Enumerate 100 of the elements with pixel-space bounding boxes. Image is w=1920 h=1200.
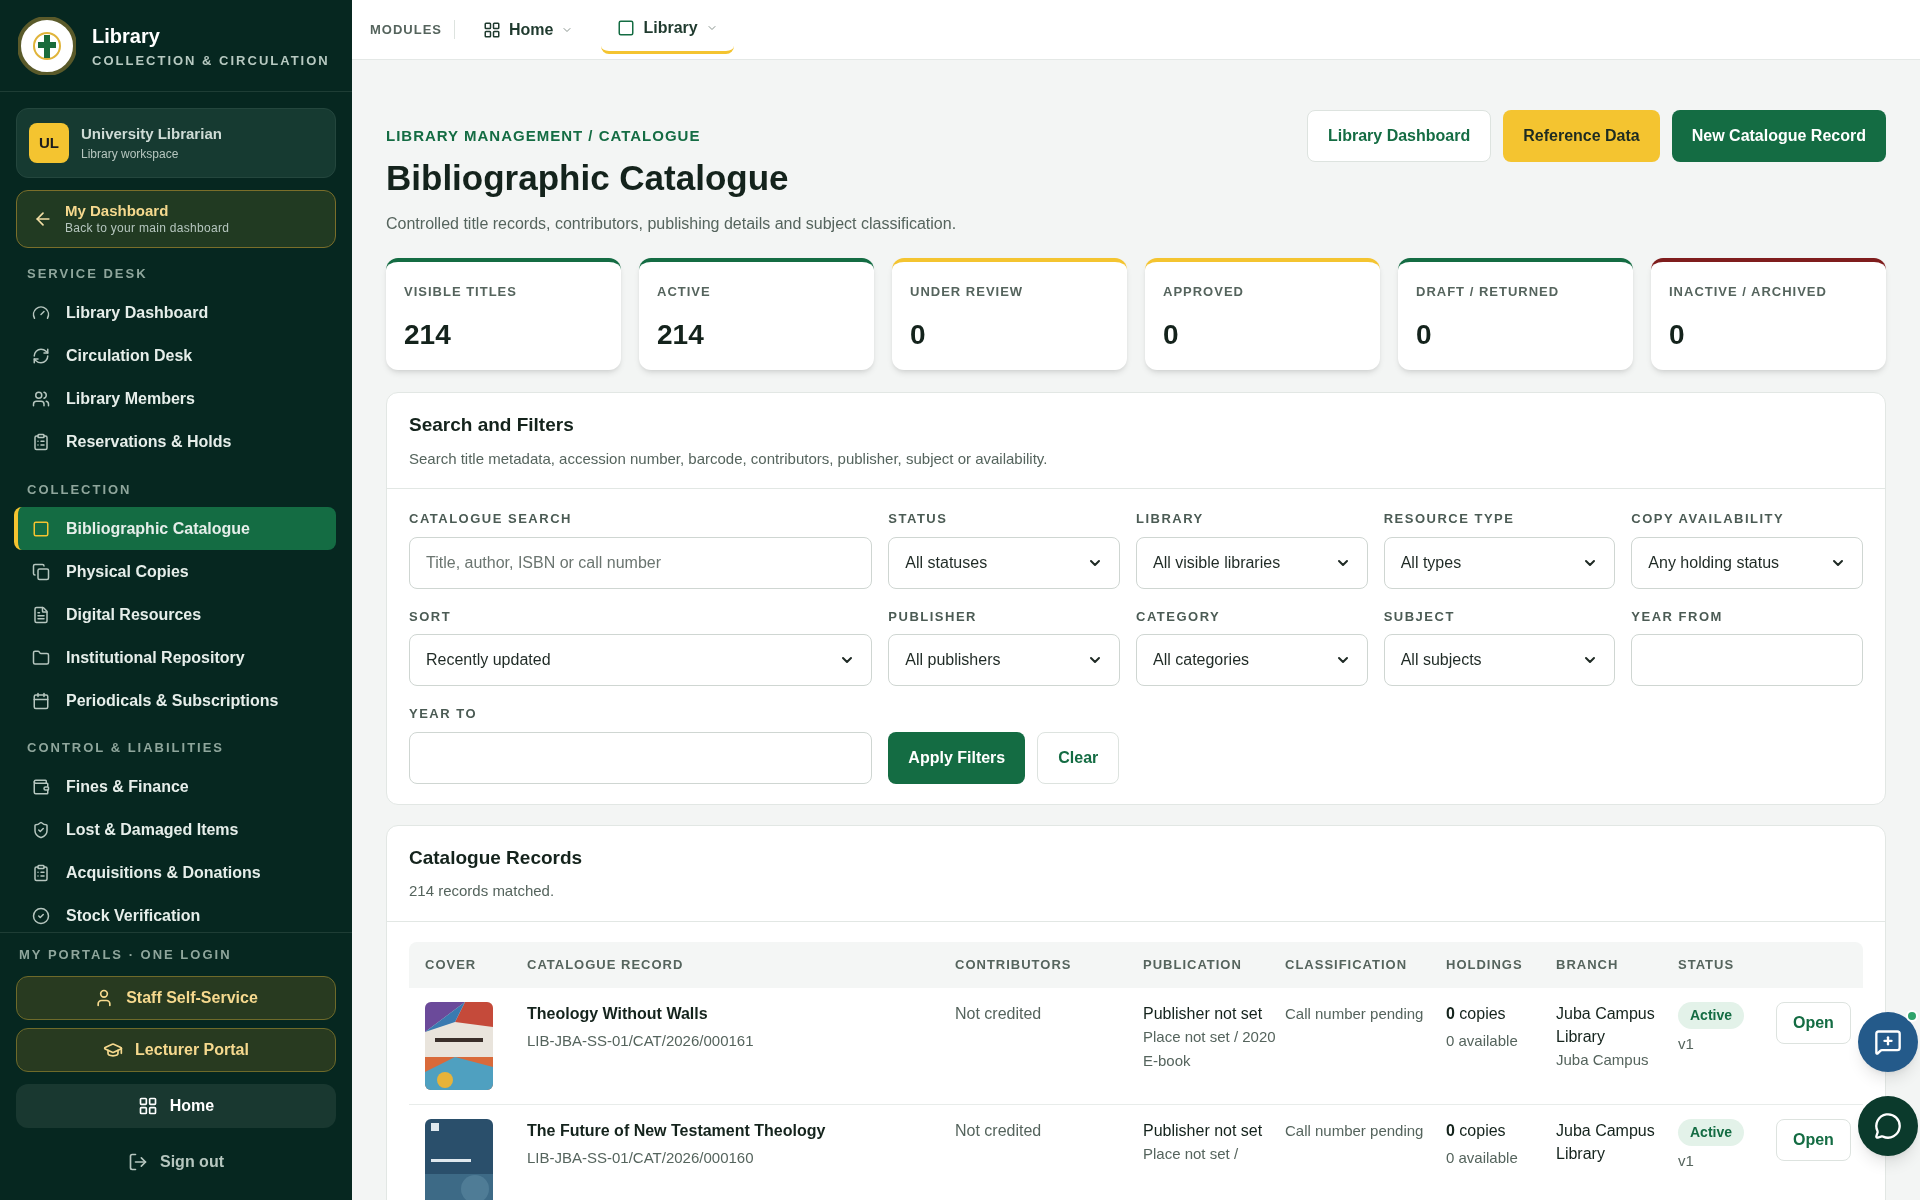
- clipboard-icon: [32, 864, 50, 882]
- open-button[interactable]: Open: [1776, 1001, 1851, 1044]
- refresh-icon: [32, 347, 50, 365]
- select-field[interactable]: Recently updated: [409, 634, 873, 686]
- table-cell-text: Juba Campus Library: [1556, 1003, 1656, 1047]
- nav-item[interactable]: Reservations & Holds: [14, 420, 336, 464]
- stat-value: 0: [910, 317, 927, 352]
- user-avatar: UL: [29, 123, 69, 163]
- chat-icon: [1874, 1112, 1902, 1140]
- clipboard-icon: [32, 433, 50, 451]
- stat-label: DRAFT / RETURNED: [1416, 283, 1561, 301]
- shield-icon: [32, 821, 50, 839]
- select-field[interactable]: Any holding status: [1631, 536, 1863, 589]
- select-field[interactable]: All categories: [1136, 634, 1368, 686]
- chat-plus-icon: [1874, 1028, 1902, 1056]
- status-badge: Active: [1678, 1001, 1745, 1029]
- stat-label: INACTIVE / ARCHIVED: [1669, 283, 1828, 301]
- panel-title: Search and Filters: [409, 413, 575, 437]
- user-role: Library workspace: [81, 146, 180, 164]
- text-field[interactable]: Title, author, ISBN or call number: [409, 536, 873, 589]
- column-header: HOLDINGS: [1446, 955, 1524, 974]
- column-header: COVER: [425, 955, 478, 974]
- table-cell-text: Publisher not set: [1143, 1120, 1264, 1141]
- nav-item[interactable]: Digital Resources: [14, 593, 336, 636]
- check-circle-icon: [32, 907, 50, 925]
- field-label: SUBJECT: [1383, 607, 1456, 626]
- page-description: Controlled title records, contributors, publishing details and subject classification.: [386, 214, 957, 234]
- header-button[interactable]: New Catalogue Record: [1671, 110, 1886, 162]
- nav-item[interactable]: Stock Verification: [14, 894, 336, 932]
- record-title: Theology Without Walls: [527, 1003, 709, 1024]
- nav-item[interactable]: Institutional Repository: [14, 636, 336, 679]
- stat-value: 214: [657, 317, 705, 352]
- select-field[interactable]: All statuses: [888, 536, 1120, 589]
- table-cell-text: Publisher not set: [1143, 1003, 1264, 1024]
- my-dashboard-link[interactable]: My Dashboard Back to your main dashboard: [16, 190, 336, 248]
- nav-item[interactable]: Library Members: [14, 377, 336, 421]
- select-field[interactable]: All types: [1383, 536, 1616, 589]
- nav-item[interactable]: Circulation Desk: [14, 334, 336, 378]
- clear-button[interactable]: Clear: [1037, 731, 1120, 784]
- header-button[interactable]: Library Dashboard: [1306, 110, 1492, 162]
- folder-icon: [32, 648, 50, 667]
- crest-logo: [18, 16, 76, 75]
- user-name: University Librarian: [81, 123, 222, 144]
- record-title: The Future of New Testament Theology: [527, 1120, 827, 1141]
- portal-button[interactable]: Lecturer Portal: [16, 1028, 336, 1072]
- field-label: STATUS: [888, 510, 949, 528]
- table-cell-text: Not credited: [955, 1003, 1043, 1024]
- stat-value: 214: [404, 317, 452, 352]
- home-button[interactable]: Home: [16, 1084, 336, 1128]
- nav-item[interactable]: Fines & Finance: [14, 765, 336, 809]
- stat-value: 0: [1163, 317, 1180, 352]
- field-label: CATEGORY: [1136, 607, 1222, 626]
- page-title: Bibliographic Catalogue: [386, 156, 790, 199]
- wallet-icon: [32, 778, 50, 796]
- stat-label: APPROVED: [1163, 283, 1245, 301]
- table-cell-text: 0 available: [1446, 1030, 1519, 1051]
- nav-section-heading: SERVICE DESK: [26, 265, 149, 283]
- document-icon: [32, 605, 50, 624]
- portals-heading: MY PORTALS · ONE LOGIN: [18, 945, 233, 964]
- select-field[interactable]: All publishers: [888, 634, 1120, 686]
- breadcrumb: LIBRARY MANAGEMENT / CATALOGUE: [386, 126, 702, 146]
- open-button[interactable]: Open: [1776, 1118, 1851, 1161]
- chat-button[interactable]: [1858, 1096, 1918, 1156]
- nav-item[interactable]: Physical Copies: [14, 550, 336, 593]
- text-field[interactable]: [409, 731, 873, 784]
- table-cell-text: 0 available: [1446, 1147, 1519, 1168]
- field-label: RESOURCE TYPE: [1383, 510, 1516, 528]
- module-tab[interactable]: Home: [467, 5, 590, 54]
- table-cell-text: Call number pending: [1285, 1003, 1425, 1024]
- nav-section-heading: CONTROL & LIABILITIES: [26, 739, 226, 757]
- stat-value: 0: [1416, 317, 1433, 352]
- stat-value: 0: [1669, 317, 1686, 352]
- table-cell-text: Not credited: [955, 1120, 1043, 1141]
- nav-item[interactable]: Lost & Damaged Items: [14, 808, 336, 852]
- users-icon: [32, 390, 50, 408]
- text-field[interactable]: [1631, 634, 1863, 686]
- portal-button[interactable]: Staff Self-Service: [16, 976, 336, 1020]
- nav-item[interactable]: Bibliographic Catalogue: [14, 507, 336, 550]
- table-cell-text: Call number pending: [1285, 1120, 1425, 1141]
- graduation-cap-icon: [103, 1040, 124, 1060]
- nav-item[interactable]: Acquisitions & Donations: [14, 851, 336, 895]
- select-field[interactable]: All subjects: [1383, 634, 1616, 686]
- nav-item[interactable]: Periodicals & Subscriptions: [14, 679, 336, 722]
- header-button[interactable]: Reference Data: [1503, 110, 1660, 162]
- column-header: PUBLICATION: [1143, 955, 1243, 974]
- holdings-count: 0 copies: [1446, 1120, 1507, 1141]
- stat-label: VISIBLE TITLES: [404, 283, 518, 301]
- sign-out-icon: [128, 1152, 148, 1172]
- module-tab[interactable]: Library: [601, 5, 734, 54]
- apply-filters-button[interactable]: Apply Filters: [888, 731, 1026, 784]
- accession-number: LIB-JBA-SS-01/CAT/2026/000160: [527, 1147, 755, 1168]
- field-label: CATALOGUE SEARCH: [409, 510, 573, 528]
- column-header: STATUS: [1678, 955, 1736, 974]
- stat-label: UNDER REVIEW: [910, 283, 1025, 301]
- sign-out-link[interactable]: Sign out: [16, 1140, 336, 1184]
- nav-item[interactable]: Library Dashboard: [14, 291, 336, 335]
- holdings-count: 0 copies: [1446, 1003, 1507, 1024]
- gauge-icon: [32, 304, 50, 322]
- select-field[interactable]: All visible libraries: [1136, 536, 1368, 589]
- status-badge: Active: [1678, 1118, 1745, 1146]
